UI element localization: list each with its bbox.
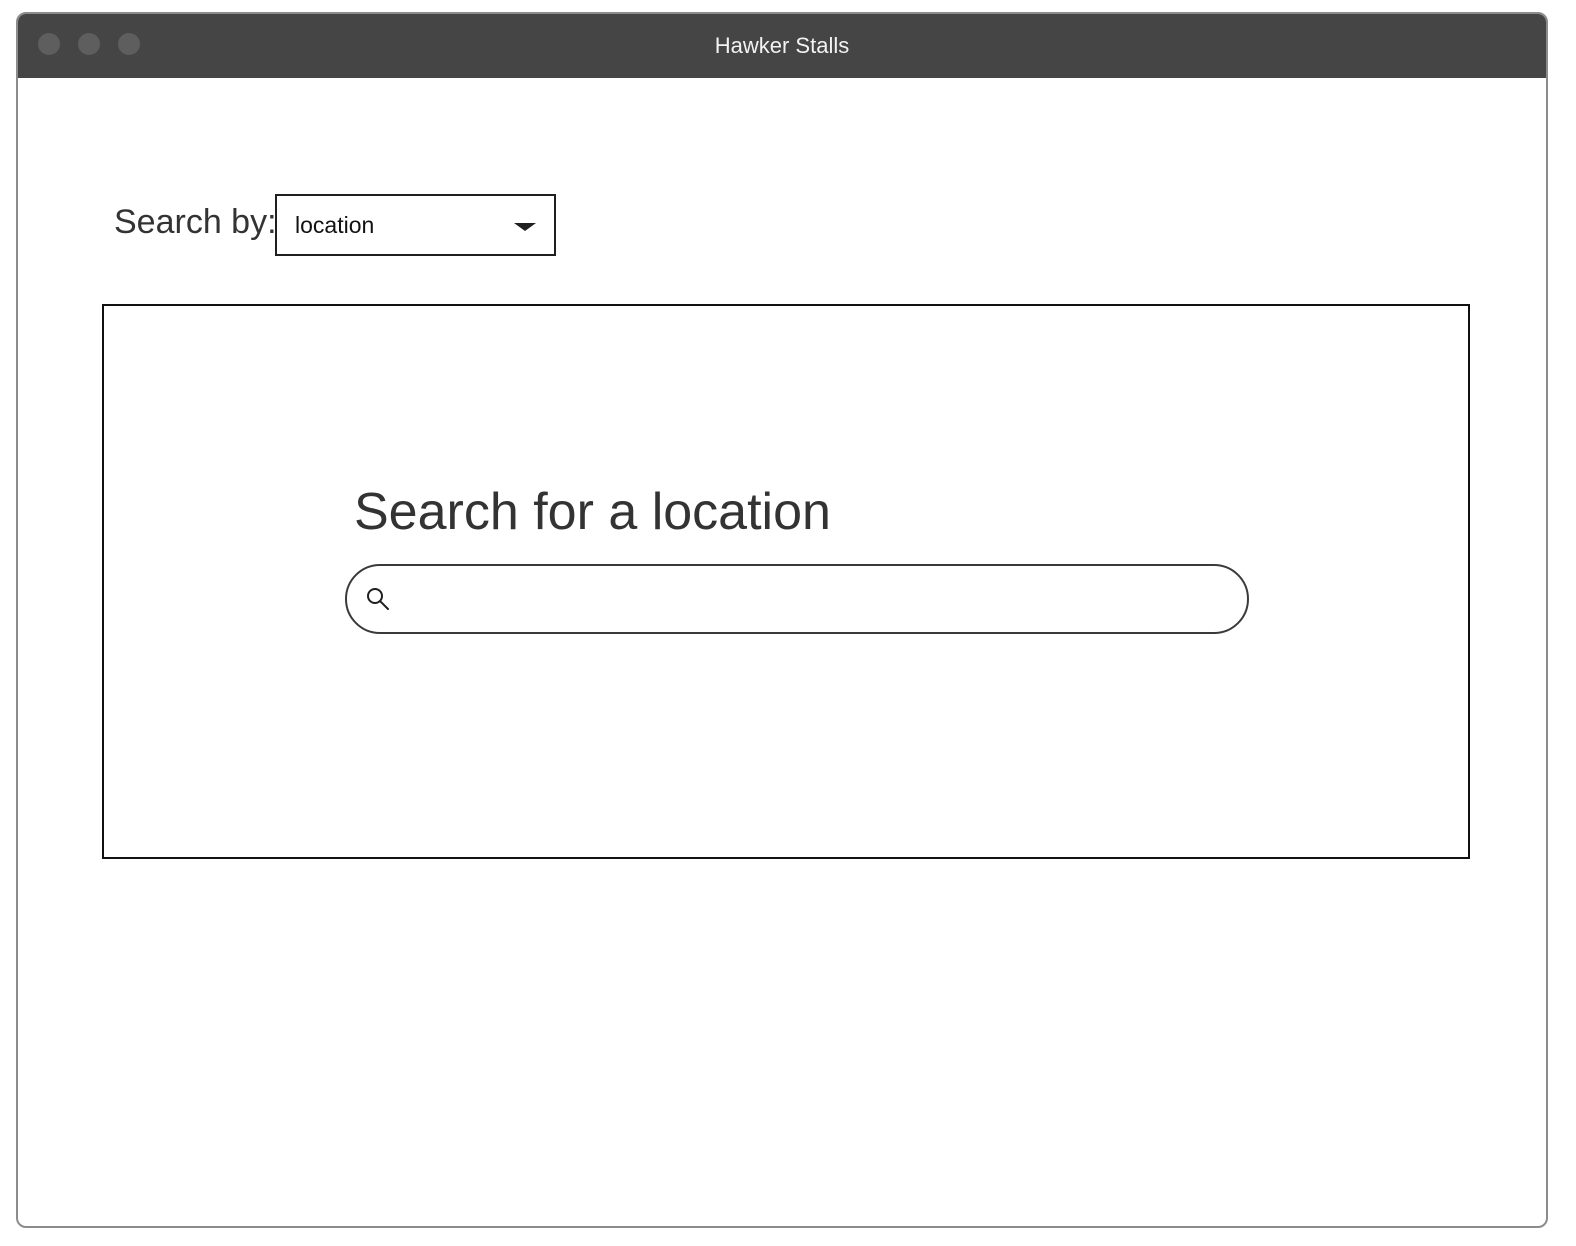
chevron-down-icon xyxy=(514,223,536,231)
search-heading: Search for a location xyxy=(354,483,831,541)
window-title: Hawker Stalls xyxy=(714,33,850,58)
search-bar[interactable] xyxy=(345,564,1249,634)
title-bar: Hawker Stalls xyxy=(18,14,1546,78)
search-by-dropdown[interactable]: location xyxy=(275,194,556,256)
search-by-selected-value: location xyxy=(295,212,375,238)
search-icon xyxy=(367,588,389,610)
location-search-input[interactable] xyxy=(403,576,1223,622)
search-by-label: Search by: xyxy=(114,203,277,241)
search-panel: Search for a location xyxy=(102,304,1470,859)
